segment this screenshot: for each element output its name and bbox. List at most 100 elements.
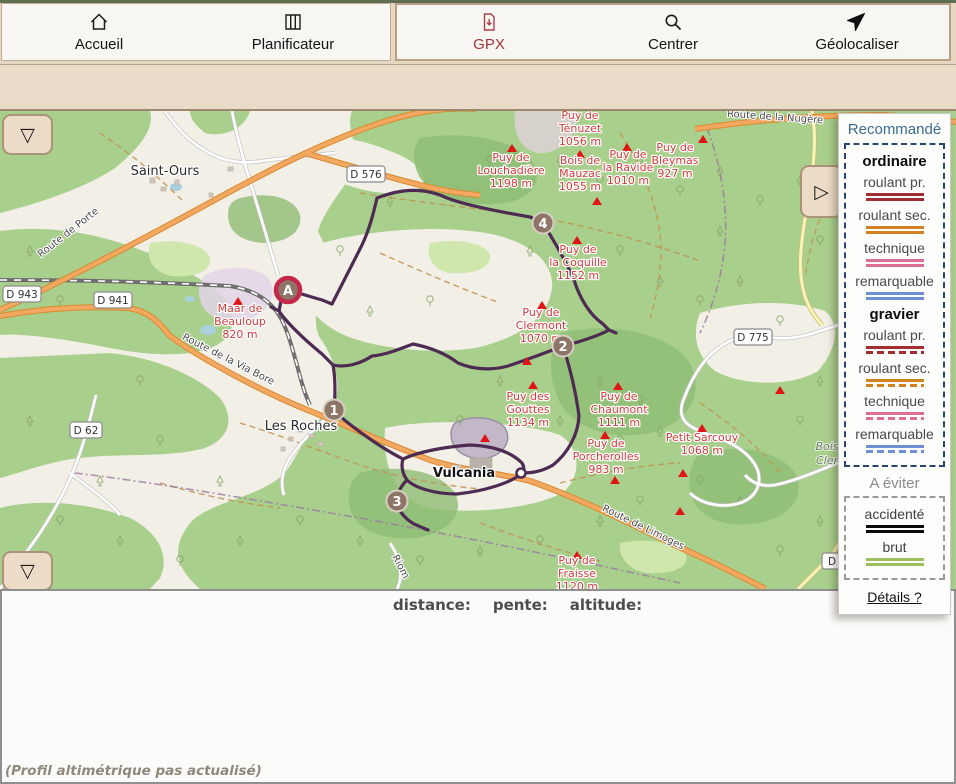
- waypoint-marker-1[interactable]: 1: [324, 400, 345, 421]
- legend-row: roulant sec.: [848, 207, 941, 234]
- peak-label: Chaumont: [590, 403, 648, 416]
- forest-label: Bois: [815, 440, 838, 453]
- legend-avoid-title: A éviter: [839, 475, 950, 492]
- line-style-swatch: [866, 193, 924, 201]
- peak-label: Beauloup: [214, 315, 266, 328]
- legend-row-label: technique: [848, 393, 941, 409]
- line-style-swatch: [866, 445, 924, 453]
- waypoint-marker-start[interactable]: A: [276, 278, 300, 302]
- home-button-label: Accueil: [75, 36, 123, 53]
- navigation-arrow-icon: [846, 11, 868, 33]
- line-style-swatch: [866, 292, 924, 300]
- gpx-button[interactable]: GPX: [397, 5, 581, 59]
- peak-label: Puy de: [522, 306, 559, 319]
- peak-label: Porcherolles: [573, 450, 640, 463]
- peak-label: 1055 m: [559, 180, 601, 193]
- waypoint-marker-3[interactable]: 3: [387, 491, 408, 512]
- waypoint-label: A: [283, 284, 293, 299]
- home-button[interactable]: Accueil: [2, 4, 196, 60]
- forest-label: Cler: [816, 454, 840, 467]
- peak-label: Puy de: [558, 554, 595, 567]
- legend-recommended-box: ordinaire roulant pr. roulant sec. techn…: [844, 143, 945, 467]
- peak-label: Puy de: [600, 390, 637, 403]
- triangle-right-icon: ▷: [814, 181, 829, 203]
- road-shield: D: [828, 556, 836, 568]
- toolbar: Accueil Planificateur GPX Centrer Géoloc…: [0, 3, 956, 64]
- expand-right-button[interactable]: ▷: [800, 165, 843, 218]
- planner-button[interactable]: Planificateur: [196, 4, 390, 60]
- route-node[interactable]: [517, 469, 526, 478]
- road-shield: D 775: [737, 332, 768, 344]
- planner-button-label: Planificateur: [252, 36, 335, 53]
- legend-row: technique: [848, 240, 941, 267]
- line-style-swatch: [866, 412, 924, 420]
- peak-label: 983 m: [588, 463, 623, 476]
- collapse-bottom-button[interactable]: ▽: [2, 551, 53, 589]
- peak-label: 1010 m: [607, 174, 649, 187]
- elevation-profile-panel: distance: pente: altitude: (Profil altim…: [0, 589, 956, 784]
- waypoint-label: 1: [329, 404, 338, 419]
- peak-label: Fraisse: [558, 567, 596, 580]
- peak-label: 1111 m: [598, 416, 640, 429]
- gpx-button-label: GPX: [473, 36, 505, 53]
- peak-label: 1152 m: [557, 269, 599, 282]
- legend-row: roulant pr.: [848, 327, 941, 354]
- legend-panel: Recommandé ordinaire roulant pr. roulant…: [838, 113, 951, 615]
- legend-row: accidenté: [848, 506, 941, 533]
- center-button[interactable]: Centrer: [581, 5, 765, 59]
- road-shield: D 576: [350, 169, 382, 181]
- peak-label: la Ravide: [603, 161, 654, 174]
- peak-label: 927 m: [657, 167, 692, 180]
- triangle-down-icon: ▽: [20, 124, 35, 146]
- line-style-swatch: [866, 379, 924, 387]
- legend-title: Recommandé: [839, 121, 950, 138]
- search-icon: [662, 11, 684, 33]
- details-link[interactable]: Détails ?: [839, 589, 950, 605]
- legend-row-label: roulant sec.: [848, 207, 941, 223]
- peak-label: Puy des: [507, 390, 550, 403]
- road-shield: D 62: [74, 425, 99, 437]
- peak-label: Louchadière: [477, 164, 544, 177]
- triangle-down-icon: ▽: [20, 560, 35, 582]
- line-style-swatch: [866, 346, 924, 354]
- legend-row-label: technique: [848, 240, 941, 256]
- center-button-label: Centrer: [648, 36, 698, 53]
- road-shield: D 943: [6, 289, 37, 301]
- geolocate-button[interactable]: Géolocaliser: [765, 5, 949, 59]
- legend-heading-ordinaire: ordinaire: [848, 153, 941, 170]
- home-icon: [88, 11, 110, 33]
- peak-label: 1056 m: [559, 135, 601, 148]
- slope-label: pente:: [493, 596, 548, 614]
- collapse-top-button[interactable]: ▽: [2, 114, 53, 155]
- folded-map-icon: [282, 11, 304, 33]
- legend-row: roulant pr.: [848, 174, 941, 201]
- peak-label: Bleymas: [651, 154, 698, 167]
- peak-label: la Coquille: [549, 256, 607, 269]
- toolbar-group-right: GPX Centrer Géolocaliser: [395, 3, 951, 61]
- peak-label: Puy de: [587, 437, 624, 450]
- waypoint-label: 2: [558, 340, 567, 355]
- waypoint-label: 3: [392, 495, 401, 510]
- peak-label: Petit Sarcouy: [666, 431, 739, 444]
- peak-label: 1068 m: [681, 444, 723, 457]
- peak-label: 1198 m: [490, 177, 532, 190]
- legend-row-label: roulant pr.: [848, 327, 941, 343]
- geolocate-button-label: Géolocaliser: [815, 36, 898, 53]
- gpx-file-download-icon: [478, 11, 500, 33]
- town-label-vulcania: Vulcania: [433, 466, 495, 481]
- profile-readout: distance: pente: altitude:: [393, 596, 642, 614]
- peak-label: 1120 m: [556, 580, 598, 589]
- toolbar-group-left: Accueil Planificateur: [1, 3, 391, 61]
- peak-label: 820 m: [222, 328, 257, 341]
- waypoint-marker-4[interactable]: 4: [533, 213, 554, 234]
- legend-row-label: remarquable: [848, 273, 941, 289]
- map-canvas[interactable]: Puy de Louchadière 1198 m Puy de Ténuzet…: [0, 111, 956, 589]
- peak-label: Gouttes: [506, 403, 550, 416]
- peak-label: Clermont: [516, 319, 567, 332]
- altitude-label: altitude:: [570, 596, 642, 614]
- peak-label: Puy de: [559, 243, 596, 256]
- waypoint-marker-2[interactable]: 2: [553, 336, 574, 357]
- legend-row: brut: [848, 539, 941, 566]
- waypoint-label: 4: [538, 217, 547, 232]
- legend-row-label: roulant sec.: [848, 360, 941, 376]
